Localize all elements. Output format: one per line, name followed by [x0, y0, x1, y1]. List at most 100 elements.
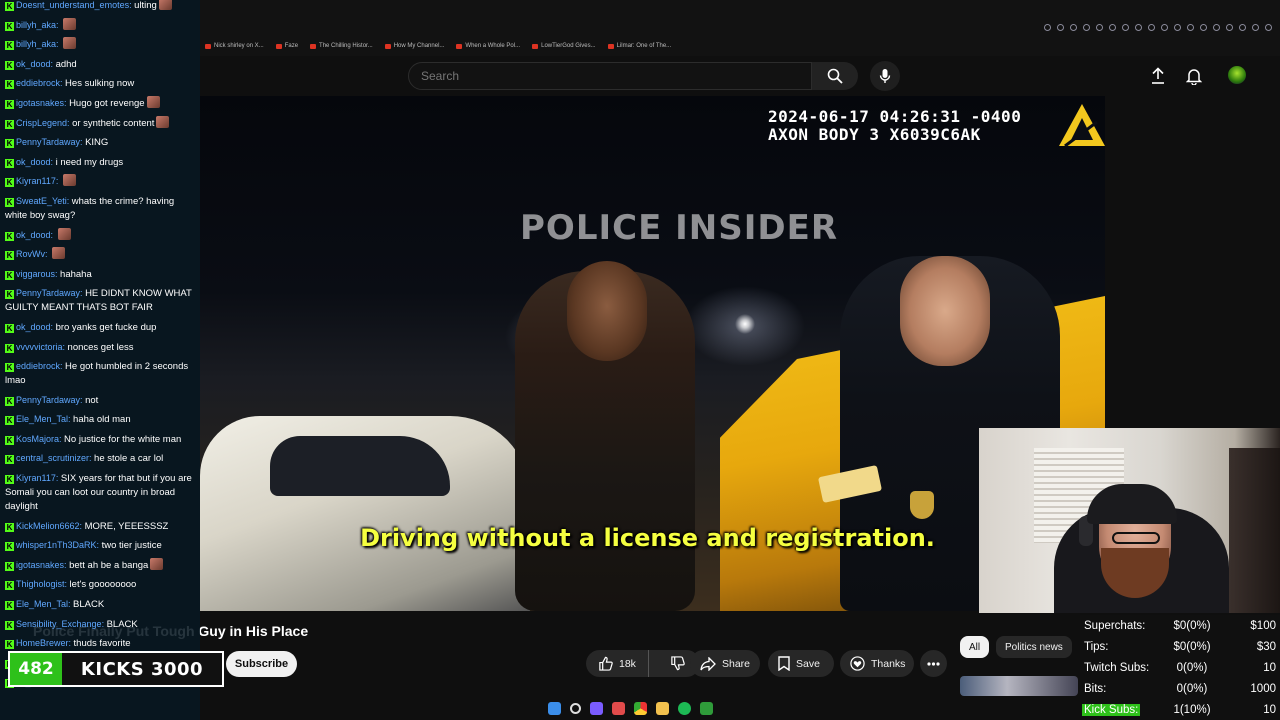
bookmark[interactable]: Lilmar: One of The...	[608, 39, 672, 53]
stat-goal: 1000	[1250, 683, 1276, 695]
chat-username[interactable]: PennyTardaway	[16, 137, 80, 147]
more-actions-button[interactable]	[920, 650, 947, 677]
chat-username[interactable]: Ele_Men_Tal	[16, 599, 68, 609]
stat-goal: $100	[1250, 620, 1276, 632]
chat-username[interactable]: eddiebrock	[16, 78, 60, 88]
chat-username[interactable]: Kiyran117	[16, 176, 56, 186]
share-button[interactable]: Share	[690, 650, 760, 677]
kick-badge-icon: K	[5, 522, 14, 532]
chat-message: Kviggarous: hahaha	[0, 267, 200, 282]
extension-icon[interactable]	[1174, 24, 1181, 31]
extension-icon[interactable]	[1044, 24, 1051, 31]
chat-username[interactable]: ok_dood	[16, 322, 51, 332]
chat-username[interactable]: RovWv	[16, 249, 45, 259]
video-player[interactable]: 2024-06-17 04:26:31 -0400 AXON BODY 3 X6…	[200, 96, 1105, 611]
video-badge	[910, 491, 934, 519]
chat-username[interactable]: HomeBrewer	[16, 638, 69, 648]
chat-username[interactable]: SweatE_Yeti	[16, 196, 67, 206]
bookmark[interactable]: The Chilling Histor...	[310, 39, 373, 53]
chat-emote-icon	[158, 0, 172, 10]
recommended-thumbnail[interactable]	[960, 676, 1078, 696]
chip-politics-news[interactable]: Politics news	[996, 636, 1072, 658]
thanks-button[interactable]: Thanks	[840, 650, 914, 677]
extension-icon[interactable]	[1083, 24, 1090, 31]
search-icon	[827, 68, 843, 84]
bookmark[interactable]: When a Whole Pol...	[456, 39, 520, 53]
folder-icon[interactable]	[656, 701, 669, 715]
stat-row-twitch-subs: Twitch Subs: 0(0%) 10	[1080, 659, 1280, 679]
extension-icon[interactable]	[1070, 24, 1077, 31]
account-avatar[interactable]	[1228, 66, 1246, 84]
bookmark[interactable]: How My Channel...	[385, 39, 445, 53]
chat-message: K Kiyran117: SIX years for that but if yo…	[0, 471, 200, 514]
windows-start-icon[interactable]	[548, 701, 561, 715]
extension-icon[interactable]	[1109, 24, 1116, 31]
extension-icon[interactable]	[1265, 24, 1272, 31]
extension-icon[interactable]	[1226, 24, 1233, 31]
extension-icon[interactable]	[1213, 24, 1220, 31]
webcam-glasses	[1112, 532, 1160, 544]
kick-badge-icon: K	[5, 343, 14, 353]
chat-username[interactable]: vvvvvictoria	[16, 342, 63, 352]
chat-message: K Doesnt_understand_emotes: ulting	[0, 0, 200, 13]
taskbar-search-icon[interactable]	[570, 702, 581, 714]
bookmark[interactable]: LowTierGod Gives...	[532, 39, 595, 53]
spotify-icon[interactable]	[678, 701, 691, 715]
chat-username[interactable]: billyh_aka	[16, 39, 56, 49]
chat-username[interactable]: viggarous	[16, 269, 55, 279]
xbox-icon[interactable]	[700, 701, 713, 715]
notifications-button[interactable]	[1184, 66, 1204, 86]
extension-icon[interactable]	[1252, 24, 1259, 31]
subscribe-button[interactable]: Subscribe	[226, 651, 297, 677]
chat-username[interactable]: ok_dood	[16, 157, 51, 167]
upload-button[interactable]	[1148, 66, 1168, 86]
search-box	[408, 62, 812, 90]
chat-username[interactable]: CrispLegend	[16, 118, 67, 128]
extension-icon[interactable]	[1239, 24, 1246, 31]
search-button[interactable]	[812, 62, 858, 90]
chat-username[interactable]: igotasnakes	[16, 98, 64, 108]
chat-username[interactable]: Ele_Men_Tal	[16, 414, 68, 424]
chat-username[interactable]: KickMelion6662	[16, 521, 80, 531]
chat-username[interactable]: whisper1nTh3DaRK	[16, 540, 97, 550]
chat-username[interactable]: igotasnakes	[16, 560, 64, 570]
voice-search-button[interactable]	[870, 61, 900, 91]
kicks-count: 482	[10, 653, 62, 685]
chat-username[interactable]: PennyTardaway	[16, 288, 80, 298]
extension-icon[interactable]	[1161, 24, 1168, 31]
search-input[interactable]	[409, 63, 811, 89]
extension-icon[interactable]	[1135, 24, 1142, 31]
discord-icon[interactable]	[590, 701, 603, 715]
extension-icon[interactable]	[1096, 24, 1103, 31]
chat-text: No justice for the white man	[64, 433, 182, 445]
chat-username[interactable]: Sensibility_Exchange	[16, 619, 102, 629]
kick-badge-icon: K	[5, 80, 14, 90]
chat-text: hahaha	[60, 268, 92, 280]
app-icon[interactable]	[612, 701, 625, 715]
extension-icon[interactable]	[1122, 24, 1129, 31]
like-button[interactable]: 18k	[586, 650, 649, 677]
bookmark[interactable]: Nick shirley on X...	[205, 39, 264, 53]
extension-icon[interactable]	[1200, 24, 1207, 31]
chat-username[interactable]: billyh_aka	[16, 20, 56, 30]
chat-username[interactable]: ok_dood	[16, 230, 51, 240]
extension-icon[interactable]	[1148, 24, 1155, 31]
kick-badge-icon: K	[5, 21, 14, 31]
extension-icon[interactable]	[1057, 24, 1064, 31]
chat-username[interactable]: Kiyran117	[16, 473, 56, 483]
chat-username[interactable]: KosMajora	[16, 434, 59, 444]
chat-message: K CrispLegend: or synthetic content	[0, 115, 200, 131]
chat-text: BLACK	[73, 599, 105, 611]
extension-icon[interactable]	[1187, 24, 1194, 31]
chat-username[interactable]: ok_dood	[16, 59, 51, 69]
chat-username[interactable]: Thighologist	[16, 579, 65, 589]
chat-username[interactable]: PennyTardaway	[16, 395, 80, 405]
kick-badge-icon: K	[5, 640, 14, 650]
chrome-icon[interactable]	[634, 701, 647, 715]
save-button[interactable]: Save	[768, 650, 834, 677]
chat-username[interactable]: central_scrutinizer	[16, 453, 89, 463]
chat-username[interactable]: Doesnt_understand_emotes	[16, 0, 129, 10]
bookmark[interactable]: Faze	[276, 39, 298, 53]
chat-username[interactable]: eddiebrock	[16, 361, 60, 371]
chip-all[interactable]: All	[960, 636, 990, 658]
